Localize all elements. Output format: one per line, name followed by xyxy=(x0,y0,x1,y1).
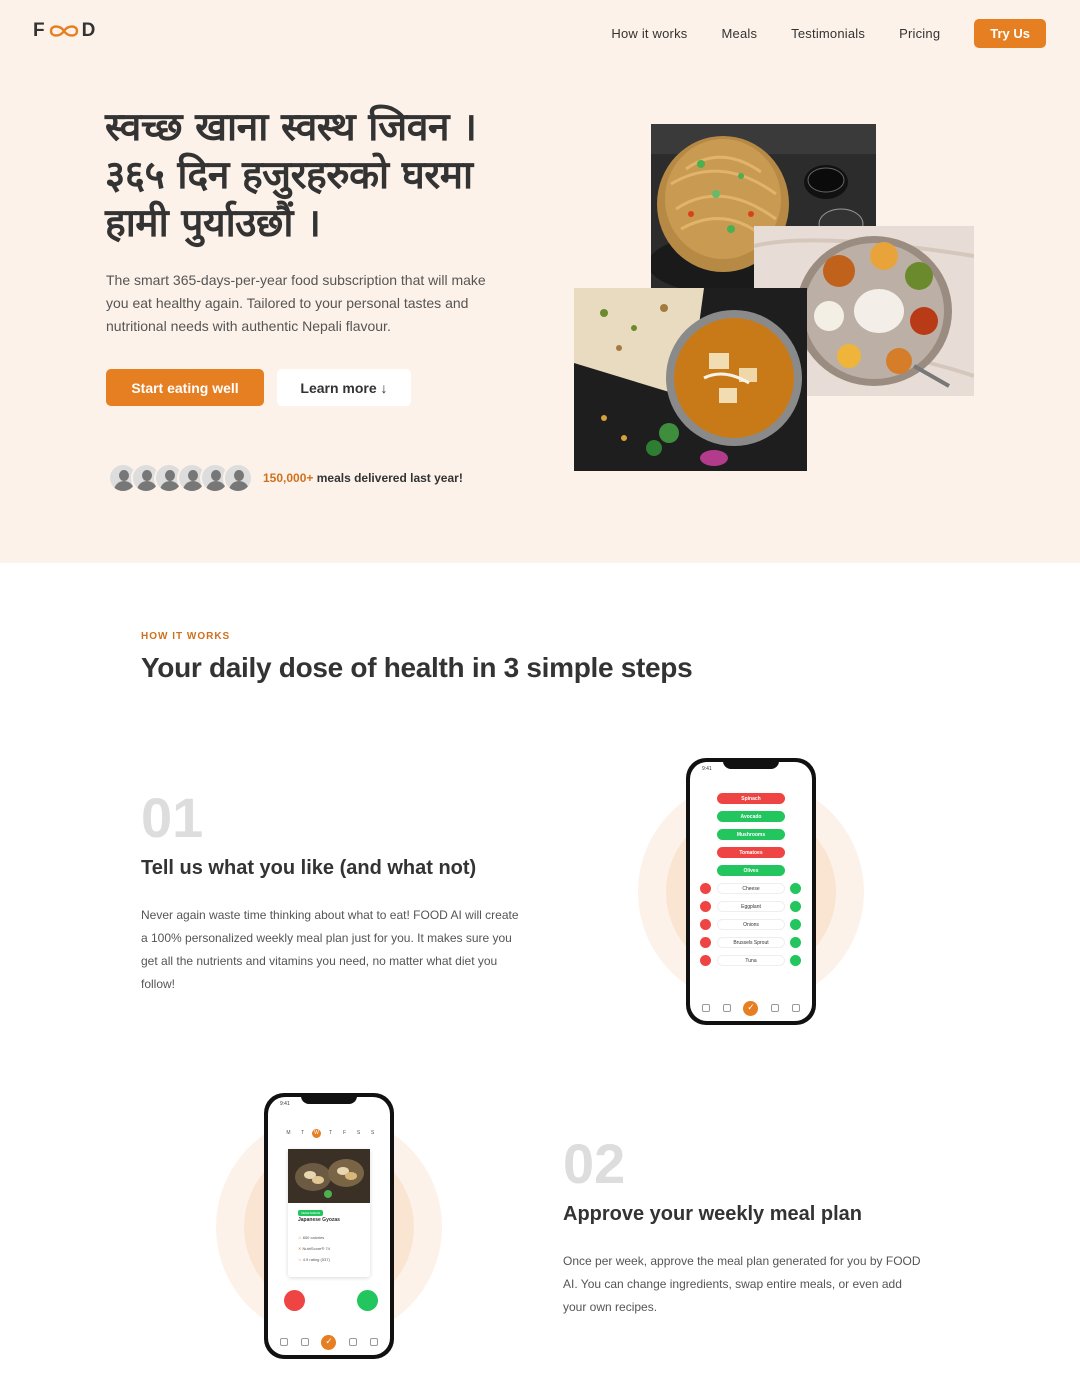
meal-calories: ♨ 650 calories xyxy=(298,1235,324,1240)
learn-more-button[interactable]: Learn more ↓ xyxy=(277,369,411,406)
thumbs-up-icon[interactable] xyxy=(357,1290,378,1311)
ingredient-pill[interactable]: Mushrooms xyxy=(717,829,785,840)
meal-card[interactable]: VEGETARIAN Japanese Gyozas ♨ 650 calorie… xyxy=(288,1149,370,1277)
phone-time: 9:41 xyxy=(702,766,712,772)
top-navigation: F D How it works Meals Testimonials Pric… xyxy=(0,0,1080,66)
bookmark-icon[interactable] xyxy=(771,1004,780,1012)
thumbs-up-icon[interactable] xyxy=(790,937,801,948)
phone-mockup-preferences: 9:41 Spinach Avocado Mushrooms Tomatoes … xyxy=(686,758,816,1025)
nav-link-testimonials[interactable]: Testimonials xyxy=(791,26,865,41)
ingredient-pill[interactable]: Tomatoes xyxy=(717,847,785,858)
meals-delivered-text: 150,000+ meals delivered last year! xyxy=(263,471,463,485)
try-us-button[interactable]: Try Us xyxy=(974,19,1046,48)
avatar xyxy=(223,463,253,493)
ingredient-pill[interactable]: Spinach xyxy=(717,793,785,804)
meal-nutriscore-text: NutriScore® 74 xyxy=(302,1246,330,1251)
hero-title-line-3: हामी पुर्याउछौं । xyxy=(105,201,321,246)
hero-section: स्वच्छ खाना स्वस्थ जिवन । ३६५ दिन हजुरहर… xyxy=(0,66,1080,563)
nav-link-how-it-works[interactable]: How it works xyxy=(611,26,687,41)
gyoza-image xyxy=(288,1149,370,1203)
phone-screen: 9:41 M T W T F S S VEGETARIAN Japanese G… xyxy=(268,1097,390,1355)
thumbs-down-icon[interactable] xyxy=(700,937,711,948)
weekday[interactable]: F xyxy=(340,1129,349,1138)
section-title: Your daily dose of health in 3 simple st… xyxy=(141,652,693,683)
star-icon: ☆ xyxy=(298,1257,302,1262)
meals-delivered-label: meals delivered last year! xyxy=(316,471,463,485)
step-number: 01 xyxy=(141,786,204,849)
check-icon[interactable]: ✓ xyxy=(743,1000,759,1016)
start-eating-well-button[interactable]: Start eating well xyxy=(106,369,264,406)
thumbs-down-icon[interactable] xyxy=(700,901,711,912)
thumbs-up-icon[interactable] xyxy=(790,901,801,912)
ingredient-pill[interactable]: Avocado xyxy=(717,811,785,822)
calendar-icon[interactable] xyxy=(300,1338,309,1346)
step-title: Approve your weekly meal plan xyxy=(563,1203,862,1225)
weekday[interactable]: S xyxy=(368,1129,377,1138)
nav-links: How it works Meals Testimonials Pricing … xyxy=(611,19,1046,48)
meals-delivered-count: 150,000+ xyxy=(263,471,314,485)
thumbs-down-icon[interactable] xyxy=(700,919,711,930)
meal-title: Japanese Gyozas xyxy=(298,1217,340,1223)
phone-tab-bar: ✓ xyxy=(690,995,812,1021)
ingredient-row: Eggplant xyxy=(717,901,785,912)
ingredient-row: Onions xyxy=(717,919,785,930)
calendar-icon[interactable] xyxy=(722,1004,731,1012)
weekday[interactable]: T xyxy=(326,1129,335,1138)
meal-calories-text: 650 calories xyxy=(302,1235,325,1240)
meal-nutriscore: ✕ NutriScore® 74 xyxy=(298,1246,330,1251)
ingredient-pill[interactable]: Olives xyxy=(717,865,785,876)
weekday[interactable]: S xyxy=(354,1129,363,1138)
customer-avatars xyxy=(108,463,253,493)
thumbs-up-icon[interactable] xyxy=(790,919,801,930)
weekday-selected[interactable]: W xyxy=(312,1129,321,1138)
phone-time: 9:41 xyxy=(280,1101,290,1107)
check-icon[interactable]: ✓ xyxy=(321,1334,337,1350)
logo-letter-f: F xyxy=(33,20,46,41)
phone-screen: 9:41 Spinach Avocado Mushrooms Tomatoes … xyxy=(690,762,812,1021)
hero-title: स्वच्छ खाना स्वस्थ जिवन । ३६५ दिन हजुरहर… xyxy=(105,104,525,248)
heart-icon[interactable] xyxy=(702,1004,711,1012)
phone-notch xyxy=(723,758,779,769)
logo-letter-d: D xyxy=(81,20,97,41)
phone-tab-bar: ✓ xyxy=(268,1329,390,1355)
meal-rating-text: 4.9 rating (537) xyxy=(302,1257,330,1262)
ingredient-row: Cheese xyxy=(717,883,785,894)
phone-mockup-meal-plan: 9:41 M T W T F S S VEGETARIAN Japanese G… xyxy=(264,1093,394,1359)
bookmark-icon[interactable] xyxy=(349,1338,358,1346)
thumbs-down-icon[interactable] xyxy=(284,1290,305,1311)
meal-rating: ☆ 4.9 rating (537) xyxy=(298,1257,330,1262)
step-title: Tell us what you like (and what not) xyxy=(141,857,477,879)
weekday[interactable]: M xyxy=(284,1129,293,1138)
flame-icon: ♨ xyxy=(298,1235,302,1240)
weekday[interactable]: T xyxy=(298,1129,307,1138)
hero-description: The smart 365-days-per-year food subscri… xyxy=(106,272,486,334)
user-icon[interactable] xyxy=(791,1004,800,1012)
step-number: 02 xyxy=(563,1132,626,1195)
thumbs-up-icon[interactable] xyxy=(790,955,801,966)
thumbs-up-icon[interactable] xyxy=(790,883,801,894)
heart-icon[interactable] xyxy=(280,1338,289,1346)
nav-link-meals[interactable]: Meals xyxy=(721,26,757,41)
hero-title-line-1: स्वच्छ खाना स्वस्थ जिवन । xyxy=(105,105,477,150)
nav-link-pricing[interactable]: Pricing xyxy=(899,26,940,41)
hero-title-line-2: ३६५ दिन हजुरहरुको घरमा xyxy=(105,153,473,198)
paneer-curry-image xyxy=(574,288,807,471)
step-description: Never again waste time thinking about wh… xyxy=(141,908,519,991)
thumbs-down-icon[interactable] xyxy=(700,883,711,894)
ingredient-row: Tuna xyxy=(717,955,785,966)
ingredient-row: Brussels Sprout xyxy=(717,937,785,948)
step-description: Once per week, approve the meal plan gen… xyxy=(563,1254,921,1314)
meal-tag: VEGETARIAN xyxy=(298,1210,324,1216)
nutrition-icon: ✕ xyxy=(298,1246,302,1251)
user-icon[interactable] xyxy=(369,1338,378,1346)
infinity-icon xyxy=(49,25,78,37)
thumbs-down-icon[interactable] xyxy=(700,955,711,966)
section-subheading: HOW IT WORKS xyxy=(141,631,231,642)
logo[interactable]: F D xyxy=(33,20,96,42)
phone-notch xyxy=(301,1093,357,1104)
